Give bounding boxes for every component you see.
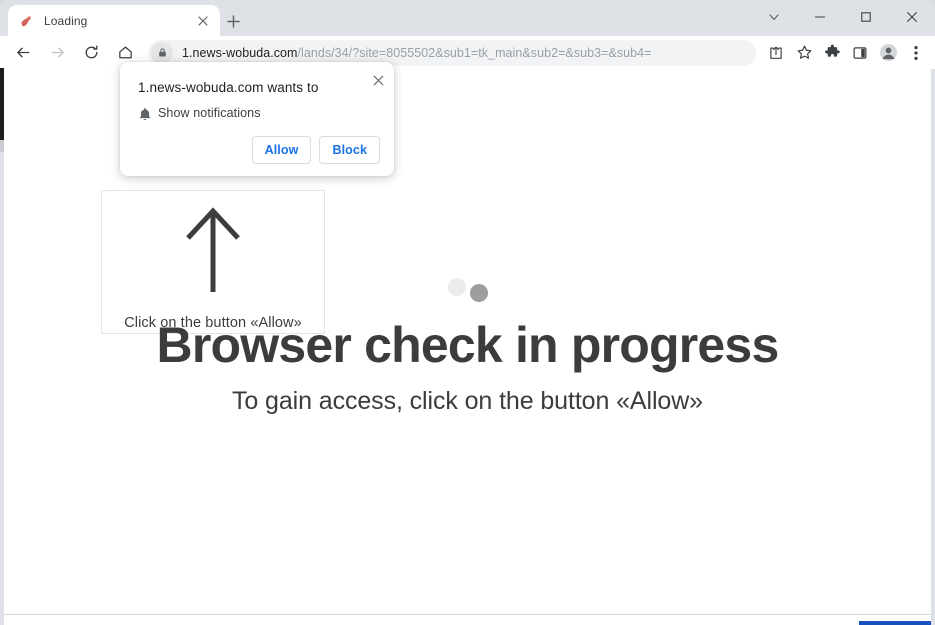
loading-dot-two: [469, 284, 488, 302]
allow-hint-box: Click on the button «Allow»: [101, 190, 325, 334]
browser-tab[interactable]: Loading: [8, 5, 220, 36]
new-tab-button[interactable]: [220, 8, 246, 34]
puzzle-icon[interactable]: [818, 39, 846, 67]
close-window-icon[interactable]: [889, 0, 935, 34]
minimize-icon[interactable]: [797, 0, 843, 34]
reload-icon[interactable]: [77, 39, 105, 67]
window-left-edge-artifact: [0, 68, 4, 140]
forward-icon: [43, 39, 71, 67]
site-favicon: [18, 13, 34, 29]
maximize-icon[interactable]: [843, 0, 889, 34]
footer-divider: [4, 614, 931, 615]
permission-request-row: Show notifications: [138, 106, 261, 121]
bell-icon: [138, 107, 152, 127]
side-panel-icon[interactable]: [846, 39, 874, 67]
notification-permission-dialog: 1.news-wobuda.com wants to Show notifica…: [120, 62, 394, 176]
chevron-down-icon[interactable]: [751, 0, 797, 34]
share-icon[interactable]: [762, 39, 790, 67]
allow-button[interactable]: Allow: [251, 136, 312, 164]
profile-avatar-icon[interactable]: [874, 39, 902, 67]
address-bar-url: 1.news-wobuda.com/lands/34/?site=8055502…: [182, 46, 652, 60]
three-dot-menu-icon[interactable]: [902, 39, 930, 67]
block-button[interactable]: Block: [319, 136, 380, 164]
browser-window-screenshot: Loading 1.news-wobuda.com/lands/34/?site…: [0, 0, 935, 625]
window-left-edge-artifact-lower: [0, 140, 4, 152]
page-subtitle: To gain access, click on the button «All…: [232, 387, 703, 415]
star-icon[interactable]: [790, 39, 818, 67]
tab-strip: Loading: [0, 0, 935, 36]
loading-indicator: [4, 278, 931, 302]
loading-dot-one: [447, 278, 466, 296]
permission-dialog-title: 1.news-wobuda.com wants to: [138, 80, 319, 95]
footer-accent-bar: [859, 621, 931, 625]
page-title: Browser check in progress: [156, 317, 780, 373]
permission-request-label: Show notifications: [158, 106, 261, 120]
address-bar-path: /lands/34/?site=8055502&sub1=tk_main&sub…: [297, 45, 652, 60]
lock-icon[interactable]: [151, 41, 173, 64]
window-controls: [751, 0, 935, 34]
back-icon[interactable]: [9, 39, 37, 67]
close-icon[interactable]: [368, 70, 388, 90]
permission-dialog-actions: Allow Block: [251, 136, 380, 164]
tab-title: Loading: [44, 13, 88, 28]
close-icon[interactable]: [194, 12, 212, 30]
address-bar-host: 1.news-wobuda.com: [182, 45, 298, 60]
